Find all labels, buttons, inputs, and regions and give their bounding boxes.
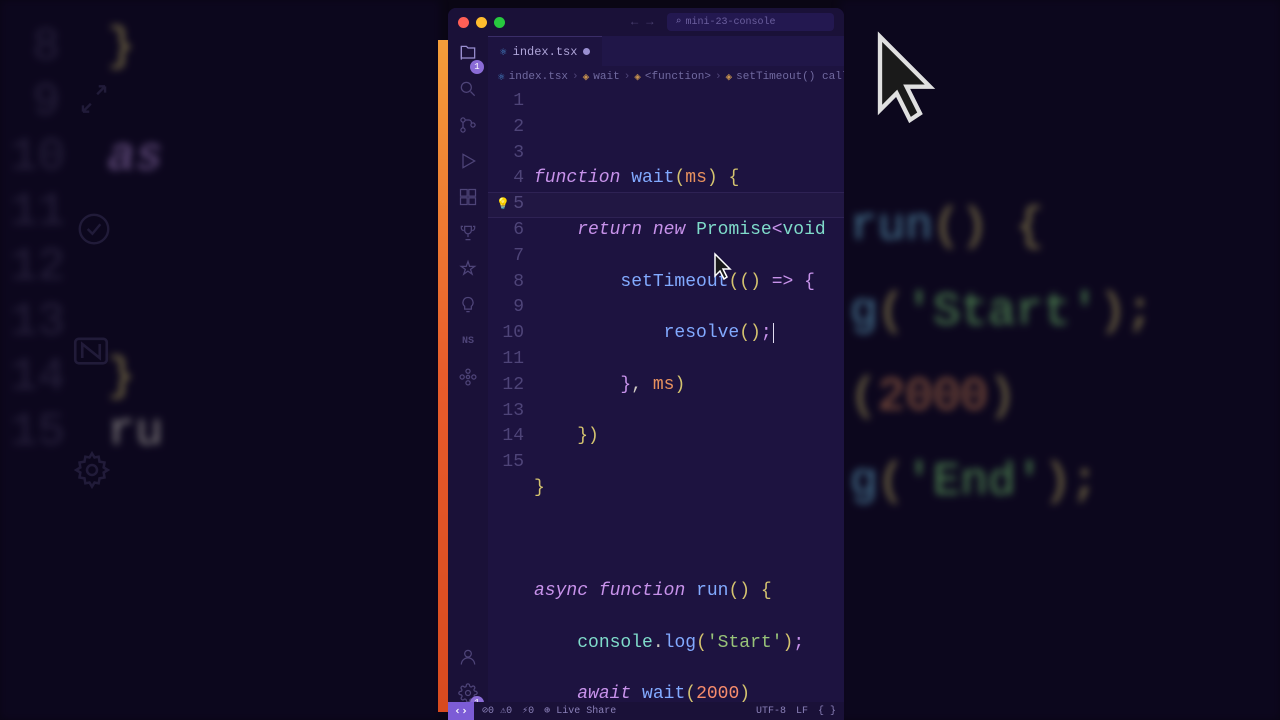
lightbulb-sidebar-icon[interactable] bbox=[457, 294, 479, 316]
symbol-icon: ◈ bbox=[634, 70, 641, 84]
command-center-search[interactable]: ⌕ mini-23-console bbox=[667, 13, 834, 31]
nav-forward-button[interactable]: → bbox=[646, 15, 653, 29]
status-problems[interactable]: ⊘0 ⚠0 bbox=[482, 705, 512, 717]
active-line-highlight bbox=[488, 192, 844, 218]
extensions-icon[interactable] bbox=[457, 186, 479, 208]
bookmark-icon[interactable] bbox=[457, 258, 479, 280]
file-icon: ⚛ bbox=[498, 70, 505, 84]
breadcrumb-file: index.tsx bbox=[509, 71, 568, 83]
status-eol[interactable]: LF bbox=[796, 706, 808, 717]
search-placeholder-text: mini-23-console bbox=[685, 17, 775, 28]
remote-indicator[interactable] bbox=[448, 702, 474, 720]
breadcrumb-sym1: wait bbox=[593, 71, 619, 83]
search-icon: ⌕ bbox=[675, 16, 681, 28]
account-icon[interactable] bbox=[457, 646, 479, 668]
maximize-window-button[interactable] bbox=[494, 17, 505, 28]
bg-icon-gear bbox=[72, 450, 112, 501]
bg-icon-n bbox=[70, 330, 112, 383]
react-file-icon: ⚛ bbox=[500, 45, 507, 59]
run-debug-icon[interactable] bbox=[457, 150, 479, 172]
minimize-window-button[interactable] bbox=[476, 17, 487, 28]
status-bar: ⊘0 ⚠0 ⚡0 ⊕ Live Share UTF-8 LF { } bbox=[448, 702, 844, 720]
line-number-gutter: 1 2 3 4 5 6 7 8 9 10 11 12 13 14 15 bbox=[488, 88, 534, 702]
traffic-lights bbox=[458, 17, 505, 28]
breadcrumb-sym2: <function> bbox=[645, 71, 711, 83]
text-cursor bbox=[773, 323, 774, 343]
search-sidebar-icon[interactable] bbox=[457, 78, 479, 100]
background-blur-left: 8 } 9 10 as 11 12 13 14 } 15 ru bbox=[0, 0, 440, 720]
dock-gradient-sliver bbox=[438, 40, 448, 712]
tab-dirty-indicator bbox=[583, 48, 590, 55]
tab-index-tsx[interactable]: ⚛ index.tsx bbox=[488, 36, 602, 66]
tab-filename: index.tsx bbox=[513, 45, 578, 59]
letter-n-icon[interactable]: NS bbox=[457, 330, 479, 352]
bg-icon-share bbox=[75, 80, 113, 129]
status-language[interactable]: { } bbox=[818, 706, 836, 717]
breadcrumb-sym3: setTimeout() callback bbox=[736, 71, 844, 83]
activity-bar: 1 NS bbox=[448, 36, 488, 712]
explorer-badge: 1 bbox=[470, 60, 484, 74]
source-control-icon[interactable] bbox=[457, 114, 479, 136]
overlay-cursor-large bbox=[870, 30, 950, 130]
close-window-button[interactable] bbox=[458, 17, 469, 28]
tab-bar: ⚛ index.tsx bbox=[488, 36, 844, 66]
symbol-icon: ◈ bbox=[726, 70, 733, 84]
code-editor[interactable]: 💡 1 2 3 4 5 6 7 8 9 10 11 12 13 14 15 bbox=[488, 88, 844, 702]
flower-icon[interactable] bbox=[457, 366, 479, 388]
status-encoding[interactable]: UTF-8 bbox=[756, 706, 786, 717]
breadcrumb[interactable]: ⚛ index.tsx › ◈ wait › ◈ <function> › ◈ … bbox=[488, 66, 844, 88]
code-content[interactable]: function wait(ms) { return new Promise<v… bbox=[534, 88, 844, 702]
overlay-cursor-small bbox=[712, 252, 736, 282]
trophy-icon[interactable] bbox=[457, 222, 479, 244]
status-liveshare[interactable]: ⊕ Live Share bbox=[544, 705, 616, 717]
bg-icon-check bbox=[75, 210, 113, 259]
symbol-icon: ◈ bbox=[583, 70, 590, 84]
nav-back-button[interactable]: ← bbox=[631, 15, 638, 29]
editor-window: ← → ⌕ mini-23-console 1 bbox=[448, 8, 844, 712]
status-ports[interactable]: ⚡0 bbox=[522, 705, 534, 717]
titlebar: ← → ⌕ mini-23-console bbox=[448, 8, 844, 36]
lightbulb-icon[interactable]: 💡 bbox=[496, 193, 510, 219]
